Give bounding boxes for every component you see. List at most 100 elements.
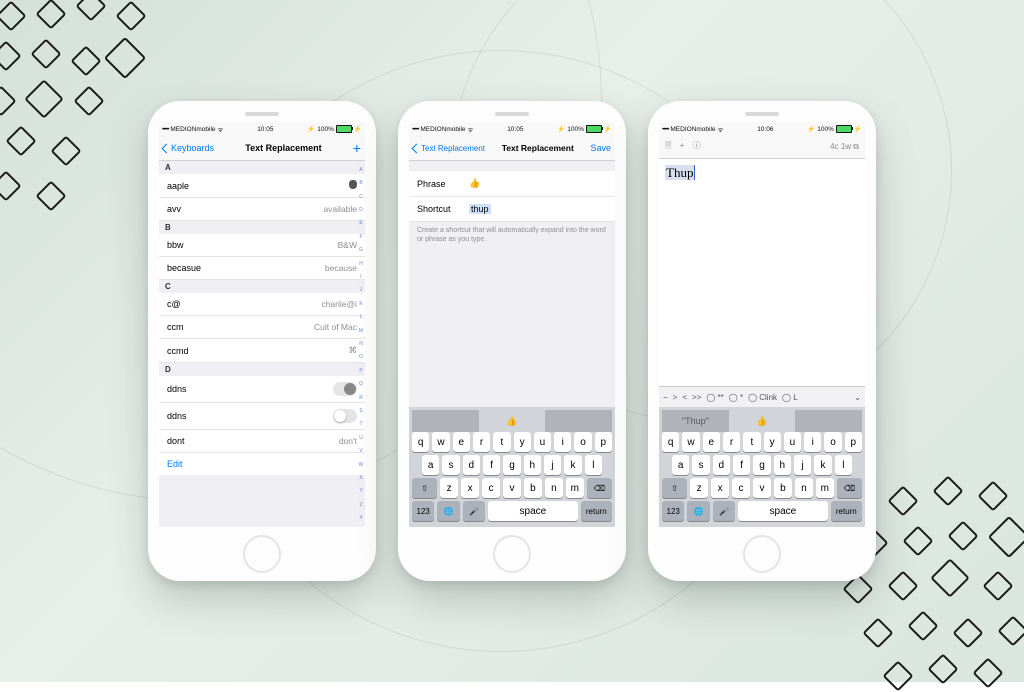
key-k[interactable]: k — [814, 455, 831, 475]
mic-key[interactable]: 🎤 — [463, 501, 485, 521]
add-button[interactable]: + — [353, 140, 361, 156]
key-q[interactable]: q — [412, 432, 429, 452]
key-n[interactable]: n — [545, 478, 563, 498]
edit-button[interactable]: Edit — [159, 453, 365, 475]
chevron-down-icon[interactable]: ⌄ — [854, 393, 861, 402]
backspace-key[interactable]: ⌫ — [837, 478, 862, 498]
backspace-key[interactable]: ⌫ — [587, 478, 612, 498]
key-u[interactable]: u — [784, 432, 801, 452]
key-s[interactable]: s — [692, 455, 709, 475]
format-button[interactable]: − — [663, 393, 668, 402]
key-v[interactable]: v — [753, 478, 771, 498]
format-button[interactable]: ◯ Clink — [748, 393, 777, 402]
format-button[interactable]: ◯ L — [782, 393, 798, 402]
key-x[interactable]: x — [461, 478, 479, 498]
key-s[interactable]: s — [442, 455, 459, 475]
add-icon[interactable]: + — [680, 141, 685, 150]
key-j[interactable]: j — [794, 455, 811, 475]
key-b[interactable]: b — [774, 478, 792, 498]
key-p[interactable]: p — [845, 432, 862, 452]
home-button[interactable] — [243, 535, 281, 573]
shift-key[interactable]: ⇧ — [412, 478, 437, 498]
key-d[interactable]: d — [713, 455, 730, 475]
phrase-field[interactable]: Phrase 👍 — [409, 171, 615, 197]
format-button[interactable]: ◯ ** — [706, 393, 723, 402]
key-o[interactable]: o — [824, 432, 841, 452]
suggestion-quoted[interactable]: "Thup" — [662, 410, 729, 432]
key-l[interactable]: l — [835, 455, 852, 475]
list-item[interactable]: bbwB&W — [159, 234, 365, 257]
key-m[interactable]: m — [816, 478, 834, 498]
key-y[interactable]: y — [764, 432, 781, 452]
alpha-index[interactable]: ABCDEFGHIJKLMNOPQRSTUVWXYZ# — [357, 161, 365, 527]
key-l[interactable]: l — [585, 455, 602, 475]
key-n[interactable]: n — [795, 478, 813, 498]
back-button[interactable]: Text Replacement — [413, 144, 485, 153]
key-g[interactable]: g — [753, 455, 770, 475]
shift-key[interactable]: ⇧ — [662, 478, 687, 498]
format-button[interactable]: < — [682, 393, 687, 402]
globe-key[interactable]: 🌐 — [687, 501, 709, 521]
key-k[interactable]: k — [564, 455, 581, 475]
list-item[interactable]: ccmd⌘ — [159, 339, 365, 363]
key-x[interactable]: x — [711, 478, 729, 498]
keyboard[interactable]: 👍 qwertyuiopasdfghjkl⇧zxcvbnm⌫123🌐🎤space… — [409, 407, 615, 527]
key-d[interactable]: d — [463, 455, 480, 475]
space-key[interactable]: space — [488, 501, 578, 521]
suggestion[interactable] — [545, 410, 612, 432]
key-w[interactable]: w — [432, 432, 449, 452]
key-r[interactable]: r — [723, 432, 740, 452]
list-item[interactable]: aaple — [159, 174, 365, 198]
globe-key[interactable]: 🌐 — [437, 501, 459, 521]
key-z[interactable]: z — [690, 478, 708, 498]
key-y[interactable]: y — [514, 432, 531, 452]
replacement-list[interactable]: A aaple avvavailable B bbwB&W becasuebec… — [159, 161, 365, 527]
toggle-switch[interactable] — [333, 382, 357, 396]
key-g[interactable]: g — [503, 455, 520, 475]
key-r[interactable]: r — [473, 432, 490, 452]
key-e[interactable]: e — [703, 432, 720, 452]
key-v[interactable]: v — [503, 478, 521, 498]
key-h[interactable]: h — [774, 455, 791, 475]
list-item[interactable]: avvavailable — [159, 198, 365, 221]
key-f[interactable]: f — [483, 455, 500, 475]
home-button[interactable] — [493, 535, 531, 573]
key-w[interactable]: w — [682, 432, 699, 452]
home-button[interactable] — [743, 535, 781, 573]
key-z[interactable]: z — [440, 478, 458, 498]
key-c[interactable]: c — [482, 478, 500, 498]
key-p[interactable]: p — [595, 432, 612, 452]
key-j[interactable]: j — [544, 455, 561, 475]
shortcut-field[interactable]: Shortcut thup — [409, 197, 615, 222]
num-key[interactable]: 123 — [412, 501, 434, 521]
key-q[interactable]: q — [662, 432, 679, 452]
suggestion-emoji[interactable]: 👍 — [479, 410, 546, 432]
save-button[interactable]: Save — [590, 143, 611, 153]
key-o[interactable]: o — [574, 432, 591, 452]
suggestion-bar[interactable]: 👍 — [412, 410, 612, 432]
key-t[interactable]: t — [493, 432, 510, 452]
key-u[interactable]: u — [534, 432, 551, 452]
suggestion-emoji[interactable]: 👍 — [729, 410, 796, 432]
back-button[interactable]: Keyboards — [163, 143, 214, 153]
list-item[interactable]: ddns — [159, 403, 365, 430]
list-item[interactable]: becasuebecause — [159, 257, 365, 280]
keyboard[interactable]: "Thup" 👍 qwertyuiopasdfghjkl⇧zxcvbnm⌫123… — [659, 407, 865, 527]
list-item[interactable]: ccmCult of Mac — [159, 316, 365, 339]
suggestion[interactable] — [795, 410, 862, 432]
list-item[interactable]: dontdon't — [159, 430, 365, 453]
info-icon[interactable]: ⓘ — [693, 141, 701, 150]
copy-icon[interactable]: ⧉ — [853, 142, 859, 151]
key-f[interactable]: f — [733, 455, 750, 475]
key-c[interactable]: c — [732, 478, 750, 498]
format-button[interactable]: >> — [692, 393, 701, 402]
document-icon[interactable]: 🗎 — [665, 141, 671, 150]
num-key[interactable]: 123 — [662, 501, 684, 521]
return-key[interactable]: return — [581, 501, 612, 521]
format-button[interactable]: ◯ * — [729, 393, 743, 402]
key-m[interactable]: m — [566, 478, 584, 498]
format-button[interactable]: > — [673, 393, 678, 402]
list-item[interactable]: ddns — [159, 376, 365, 403]
list-item[interactable]: c@charlie@i — [159, 293, 365, 316]
toggle-switch[interactable] — [333, 409, 357, 423]
